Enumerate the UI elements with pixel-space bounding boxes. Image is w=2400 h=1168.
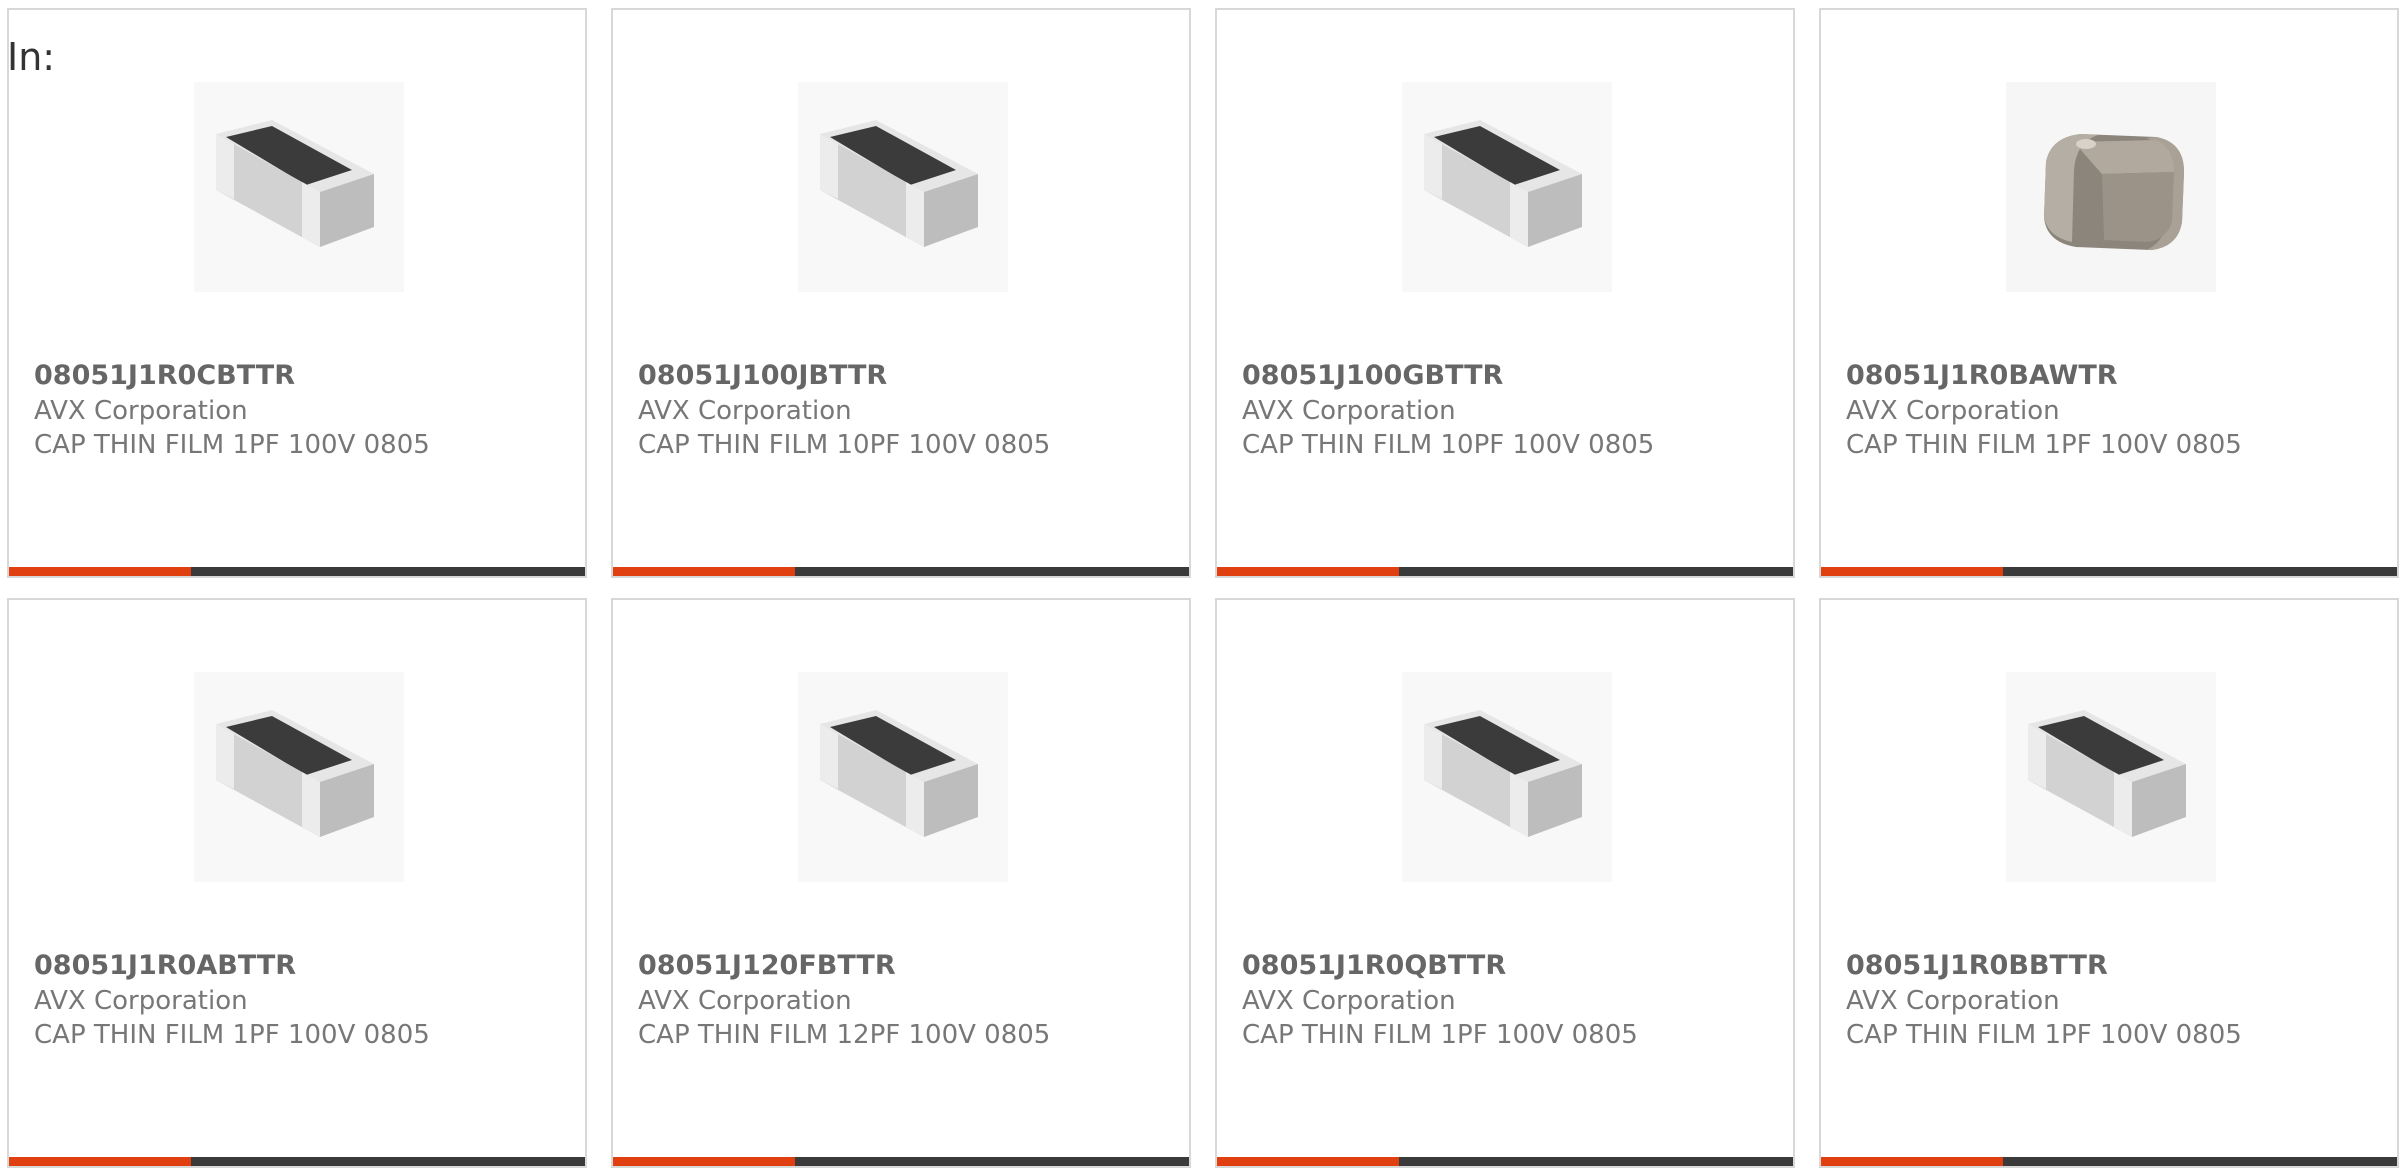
- chip-capacitor-image[interactable]: [798, 82, 1008, 292]
- description: CAP THIN FILM 10PF 100V 0805: [1242, 430, 1655, 460]
- part-number[interactable]: 08051J1R0BAWTR: [1846, 360, 2118, 391]
- description: CAP THIN FILM 1PF 100V 0805: [1242, 1020, 1638, 1050]
- part-number[interactable]: 08051J120FBTTR: [638, 950, 896, 981]
- chip-capacitor-icon: [798, 672, 1008, 882]
- product-card[interactable]: 08051J1R0QBTTR AVX Corporation CAP THIN …: [1215, 598, 1795, 1168]
- chip-capacitor-icon: [194, 82, 404, 292]
- product-grid: 08051J1R0CBTTR AVX Corporation CAP THIN …: [0, 0, 2400, 1168]
- part-number[interactable]: 08051J100JBTTR: [638, 360, 887, 391]
- manufacturer: AVX Corporation: [34, 396, 248, 426]
- card-footer-bar: [613, 567, 1189, 576]
- chip-capacitor-image[interactable]: [194, 672, 404, 882]
- part-number[interactable]: 08051J1R0CBTTR: [34, 360, 295, 391]
- chip-capacitor-image[interactable]: [2006, 82, 2216, 292]
- description: CAP THIN FILM 1PF 100V 0805: [1846, 1020, 2242, 1050]
- product-card[interactable]: 08051J1R0ABTTR AVX Corporation CAP THIN …: [7, 598, 587, 1168]
- page-label: In:: [7, 35, 56, 79]
- part-number[interactable]: 08051J1R0QBTTR: [1242, 950, 1506, 981]
- product-card[interactable]: 08051J1R0BAWTR AVX Corporation CAP THIN …: [1819, 8, 2399, 578]
- ceramic-capacitor-icon: [2006, 82, 2216, 292]
- manufacturer: AVX Corporation: [638, 396, 852, 426]
- card-footer-bar: [613, 1157, 1189, 1166]
- chip-capacitor-icon: [2006, 672, 2216, 882]
- description: CAP THIN FILM 1PF 100V 0805: [1846, 430, 2242, 460]
- card-footer-accent: [1217, 567, 1399, 576]
- product-card[interactable]: 08051J100GBTTR AVX Corporation CAP THIN …: [1215, 8, 1795, 578]
- product-card[interactable]: 08051J1R0BBTTR AVX Corporation CAP THIN …: [1819, 598, 2399, 1168]
- card-footer-accent: [613, 1157, 795, 1166]
- chip-capacitor-icon: [798, 82, 1008, 292]
- manufacturer: AVX Corporation: [1242, 396, 1456, 426]
- product-card[interactable]: 08051J120FBTTR AVX Corporation CAP THIN …: [611, 598, 1191, 1168]
- description: CAP THIN FILM 12PF 100V 0805: [638, 1020, 1051, 1050]
- product-card[interactable]: 08051J100JBTTR AVX Corporation CAP THIN …: [611, 8, 1191, 578]
- card-footer-bar: [9, 1157, 585, 1166]
- part-number[interactable]: 08051J100GBTTR: [1242, 360, 1503, 391]
- manufacturer: AVX Corporation: [1242, 986, 1456, 1016]
- chip-capacitor-image[interactable]: [798, 672, 1008, 882]
- manufacturer: AVX Corporation: [1846, 986, 2060, 1016]
- card-footer-bar: [1821, 567, 2397, 576]
- card-footer-accent: [1821, 1157, 2003, 1166]
- card-footer-accent: [613, 567, 795, 576]
- description: CAP THIN FILM 1PF 100V 0805: [34, 1020, 430, 1050]
- manufacturer: AVX Corporation: [638, 986, 852, 1016]
- card-footer-accent: [1217, 1157, 1399, 1166]
- chip-capacitor-icon: [1402, 672, 1612, 882]
- chip-capacitor-image[interactable]: [1402, 82, 1612, 292]
- chip-capacitor-image[interactable]: [2006, 672, 2216, 882]
- chip-capacitor-icon: [1402, 82, 1612, 292]
- chip-capacitor-image[interactable]: [194, 82, 404, 292]
- card-footer-bar: [1217, 1157, 1793, 1166]
- card-footer-accent: [1821, 567, 2003, 576]
- product-card[interactable]: 08051J1R0CBTTR AVX Corporation CAP THIN …: [7, 8, 587, 578]
- card-footer-bar: [1217, 567, 1793, 576]
- card-footer-accent: [9, 1157, 191, 1166]
- manufacturer: AVX Corporation: [34, 986, 248, 1016]
- chip-capacitor-image[interactable]: [1402, 672, 1612, 882]
- description: CAP THIN FILM 1PF 100V 0805: [34, 430, 430, 460]
- part-number[interactable]: 08051J1R0ABTTR: [34, 950, 296, 981]
- card-footer-bar: [1821, 1157, 2397, 1166]
- card-footer-accent: [9, 567, 191, 576]
- chip-capacitor-icon: [194, 672, 404, 882]
- manufacturer: AVX Corporation: [1846, 396, 2060, 426]
- card-footer-bar: [9, 567, 585, 576]
- part-number[interactable]: 08051J1R0BBTTR: [1846, 950, 2108, 981]
- description: CAP THIN FILM 10PF 100V 0805: [638, 430, 1051, 460]
